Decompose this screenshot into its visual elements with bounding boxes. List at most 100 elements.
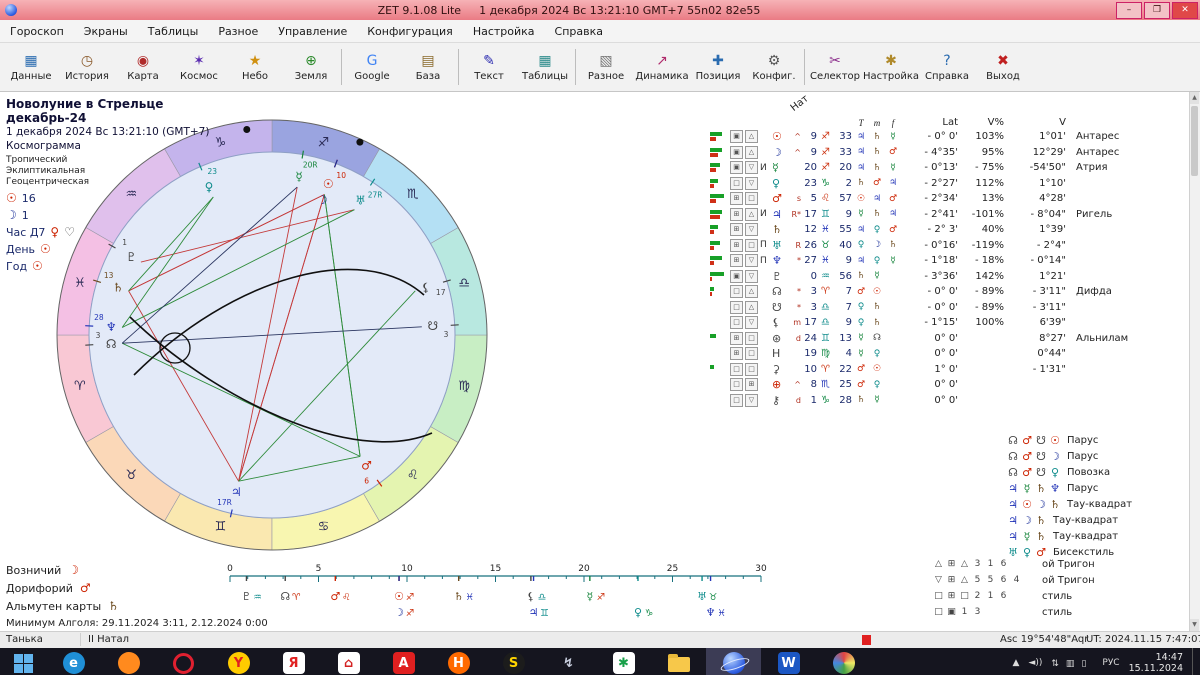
row-checkbox-2[interactable]: ▽: [745, 269, 758, 283]
taskbar-palette[interactable]: [816, 648, 871, 675]
row-checkbox-2[interactable]: □: [745, 238, 758, 252]
row-checkbox-1[interactable]: □: [730, 176, 743, 190]
volume-icon[interactable]: ◄)): [1028, 658, 1042, 668]
taskbar-alfa-app[interactable]: А: [376, 648, 431, 675]
menu-item-1[interactable]: Экраны: [84, 25, 128, 38]
tray-icon-1[interactable]: ▥: [1066, 659, 1075, 669]
toolbar-dynamics[interactable]: ↗ Динамика: [634, 45, 690, 89]
toolbar-text[interactable]: ✎ Текст: [461, 45, 517, 89]
planet-table-row-9[interactable]: ▣ ▽ ♇ 0 ♒ 56 ♄ ☿ - 3°36' 142% 1°21': [710, 269, 1180, 285]
tray-expand-icon[interactable]: ▲: [1013, 658, 1020, 668]
configuration-1[interactable]: ☊ ♂ ☋ ☽ Парус: [1006, 448, 1132, 464]
taskbar-s-app[interactable]: S: [486, 648, 541, 675]
row-checkbox-1[interactable]: □: [730, 393, 743, 407]
taskbar-explorer[interactable]: [651, 648, 706, 675]
taskbar-word[interactable]: W: [761, 648, 816, 675]
configuration-5[interactable]: ♃ ☽ ♄ Тау-квадрат: [1006, 512, 1132, 528]
planet-table-row-0[interactable]: ▣ △ ☉ ^ 9 ♐ 33 ♃ ♄ ☿ - 0° 0' 103% 1°01' Антарес: [710, 129, 1180, 145]
taskbar-opera[interactable]: [156, 648, 211, 675]
planet-table-row-11[interactable]: □ △ ☋ * 3 ♎ 7 ♀ ♄ - 0° 0' - 89% - 3'11": [710, 300, 1180, 316]
row-checkbox-1[interactable]: □: [730, 300, 743, 314]
scroll-down-arrow[interactable]: ▼: [1190, 619, 1199, 631]
toolbar-config[interactable]: ⚙ Конфиг.: [746, 45, 802, 89]
toolbar-selector[interactable]: ✂ Селектор: [807, 45, 863, 89]
toolbar-exit[interactable]: ✖ Выход: [975, 45, 1031, 89]
toolbar-google[interactable]: G Google: [344, 45, 400, 89]
planet-table-row-15[interactable]: □ □ ⚳ 10 ♈ 22 ♂ ☉ 1° 0' - 1'31": [710, 362, 1180, 378]
taskbar-yandex[interactable]: Я: [266, 648, 321, 675]
config-grid-row-1[interactable]: ▽ ⊞ △ 5 5 6 4 ой Тригон: [932, 572, 1198, 588]
toolbar-cosmos[interactable]: ✶ Космос: [171, 45, 227, 89]
configuration-3[interactable]: ♃ ☿ ♄ ♆ Парус: [1006, 480, 1132, 496]
row-checkbox-2[interactable]: △: [745, 130, 758, 144]
maximize-button[interactable]: ❐: [1144, 1, 1170, 19]
show-desktop-button[interactable]: [1192, 648, 1198, 675]
planet-table-row-8[interactable]: ⊞ ▽ П ♆ * 27 ♓ 9 ♃ ♀ ☿ - 1°18' - 18% - 0°14": [710, 253, 1180, 269]
toolbar-tables[interactable]: ▦ Таблицы: [517, 45, 573, 89]
row-checkbox-2[interactable]: ▽: [745, 393, 758, 407]
close-button[interactable]: ✕: [1172, 1, 1198, 19]
planet-table-row-7[interactable]: ⊞ □ П ♅ R 26 ♉ 40 ♀ ☽ ♄ - 0°16' -119% - 2°4": [710, 238, 1180, 254]
taskbar-clock[interactable]: 14:47 15.11.2024: [1129, 652, 1183, 674]
row-checkbox-2[interactable]: ⊞: [745, 378, 758, 392]
configuration-6[interactable]: ♃ ☿ ♄ Тау-квадрат: [1006, 528, 1132, 544]
row-checkbox-2[interactable]: ▽: [745, 316, 758, 330]
planet-table-row-14[interactable]: ⊞ □ Н 19 ♍ 4 ☿ ♀ 0° 0' 0°44": [710, 346, 1180, 362]
tray-icon-2[interactable]: ▯: [1081, 659, 1086, 669]
row-checkbox-1[interactable]: □: [730, 362, 743, 376]
toolbar-earth[interactable]: ⊕ Земля: [283, 45, 339, 89]
row-checkbox-2[interactable]: ▽: [745, 176, 758, 190]
toolbar-data[interactable]: ▦ Данные: [3, 45, 59, 89]
taskbar-zet[interactable]: [706, 648, 761, 675]
toolbar-chart[interactable]: ◉ Карта: [115, 45, 171, 89]
row-checkbox-1[interactable]: ⊞: [730, 238, 743, 252]
taskbar-dom-app[interactable]: ⌂: [321, 648, 376, 675]
taskbar-green-app[interactable]: ✱: [596, 648, 651, 675]
toolbar-help[interactable]: ? Справка: [919, 45, 975, 89]
toolbar-sky[interactable]: ★ Небо: [227, 45, 283, 89]
row-checkbox-1[interactable]: ▣: [730, 145, 743, 159]
menu-item-5[interactable]: Конфигурация: [367, 25, 453, 38]
row-checkbox-1[interactable]: ⊞: [730, 347, 743, 361]
row-checkbox-2[interactable]: ▽: [745, 254, 758, 268]
configuration-4[interactable]: ♃ ☉ ☽ ♄ Тау-квадрат: [1006, 496, 1132, 512]
planet-table-row-3[interactable]: □ ▽ ♀ 23 ♑ 2 ♄ ♂ ♃ - 2°27' 112% 1°10': [710, 176, 1180, 192]
configuration-2[interactable]: ☊ ♂ ☋ ♀ Повозка: [1006, 464, 1132, 480]
taskbar-yandex-browser[interactable]: Y: [211, 648, 266, 675]
vertical-scrollbar[interactable]: ▲ ▼: [1189, 92, 1200, 631]
planet-table-row-16[interactable]: □ ⊞ ⊕ ^ 8 ♏ 25 ♂ ♀ 0° 0': [710, 377, 1180, 393]
row-checkbox-2[interactable]: □: [745, 192, 758, 206]
row-checkbox-2[interactable]: △: [745, 285, 758, 299]
row-checkbox-1[interactable]: □: [730, 316, 743, 330]
taskbar-start-button[interactable]: [0, 648, 46, 675]
row-checkbox-1[interactable]: ⊞: [730, 223, 743, 237]
row-checkbox-2[interactable]: △: [745, 145, 758, 159]
row-checkbox-2[interactable]: △: [745, 207, 758, 221]
config-grid-row-3[interactable]: □ ▣ 1 3 стиль: [932, 604, 1198, 620]
menu-item-7[interactable]: Справка: [555, 25, 603, 38]
row-checkbox-1[interactable]: □: [730, 378, 743, 392]
taskbar-orange-app[interactable]: Н: [431, 648, 486, 675]
scroll-up-arrow[interactable]: ▲: [1190, 92, 1199, 104]
row-checkbox-1[interactable]: ▣: [730, 130, 743, 144]
menu-item-6[interactable]: Настройка: [473, 25, 535, 38]
row-checkbox-1[interactable]: ▣: [730, 269, 743, 283]
row-checkbox-2[interactable]: △: [745, 300, 758, 314]
language-indicator[interactable]: РУС: [1102, 658, 1119, 668]
planet-table-row-4[interactable]: ⊞ □ ♂ s 5 ♌ 57 ☉ ♃ ♂ - 2°34' 13% 4°28': [710, 191, 1180, 207]
row-checkbox-2[interactable]: ▽: [745, 161, 758, 175]
row-checkbox-2[interactable]: □: [745, 331, 758, 345]
toolbar-history[interactable]: ◷ История: [59, 45, 115, 89]
toolbar-misc[interactable]: ▧ Разное: [578, 45, 634, 89]
row-checkbox-2[interactable]: ▽: [745, 223, 758, 237]
row-checkbox-2[interactable]: □: [745, 362, 758, 376]
taskbar-lightning-app[interactable]: ↯: [541, 648, 596, 675]
planet-table-row-2[interactable]: ▣ ▽ И ☿ 20 ♐ 20 ♃ ♄ ☿ - 0°13' - 75% -54'50" Атрия: [710, 160, 1180, 176]
row-checkbox-1[interactable]: ⊞: [730, 192, 743, 206]
row-checkbox-1[interactable]: ⊞: [730, 331, 743, 345]
planet-table-row-13[interactable]: ⊞ □ ⊛ d 24 ♊ 13 ☿ ☊ 0° 0' 8°27' Альнилам: [710, 331, 1180, 347]
row-checkbox-1[interactable]: □: [730, 285, 743, 299]
taskbar-firefox[interactable]: [101, 648, 156, 675]
planet-table-row-1[interactable]: ▣ △ ☽ ^ 9 ♐ 33 ♃ ♄ ♂ - 4°35' 95% 12°29' Антарес: [710, 145, 1180, 161]
menu-item-2[interactable]: Таблицы: [148, 25, 199, 38]
